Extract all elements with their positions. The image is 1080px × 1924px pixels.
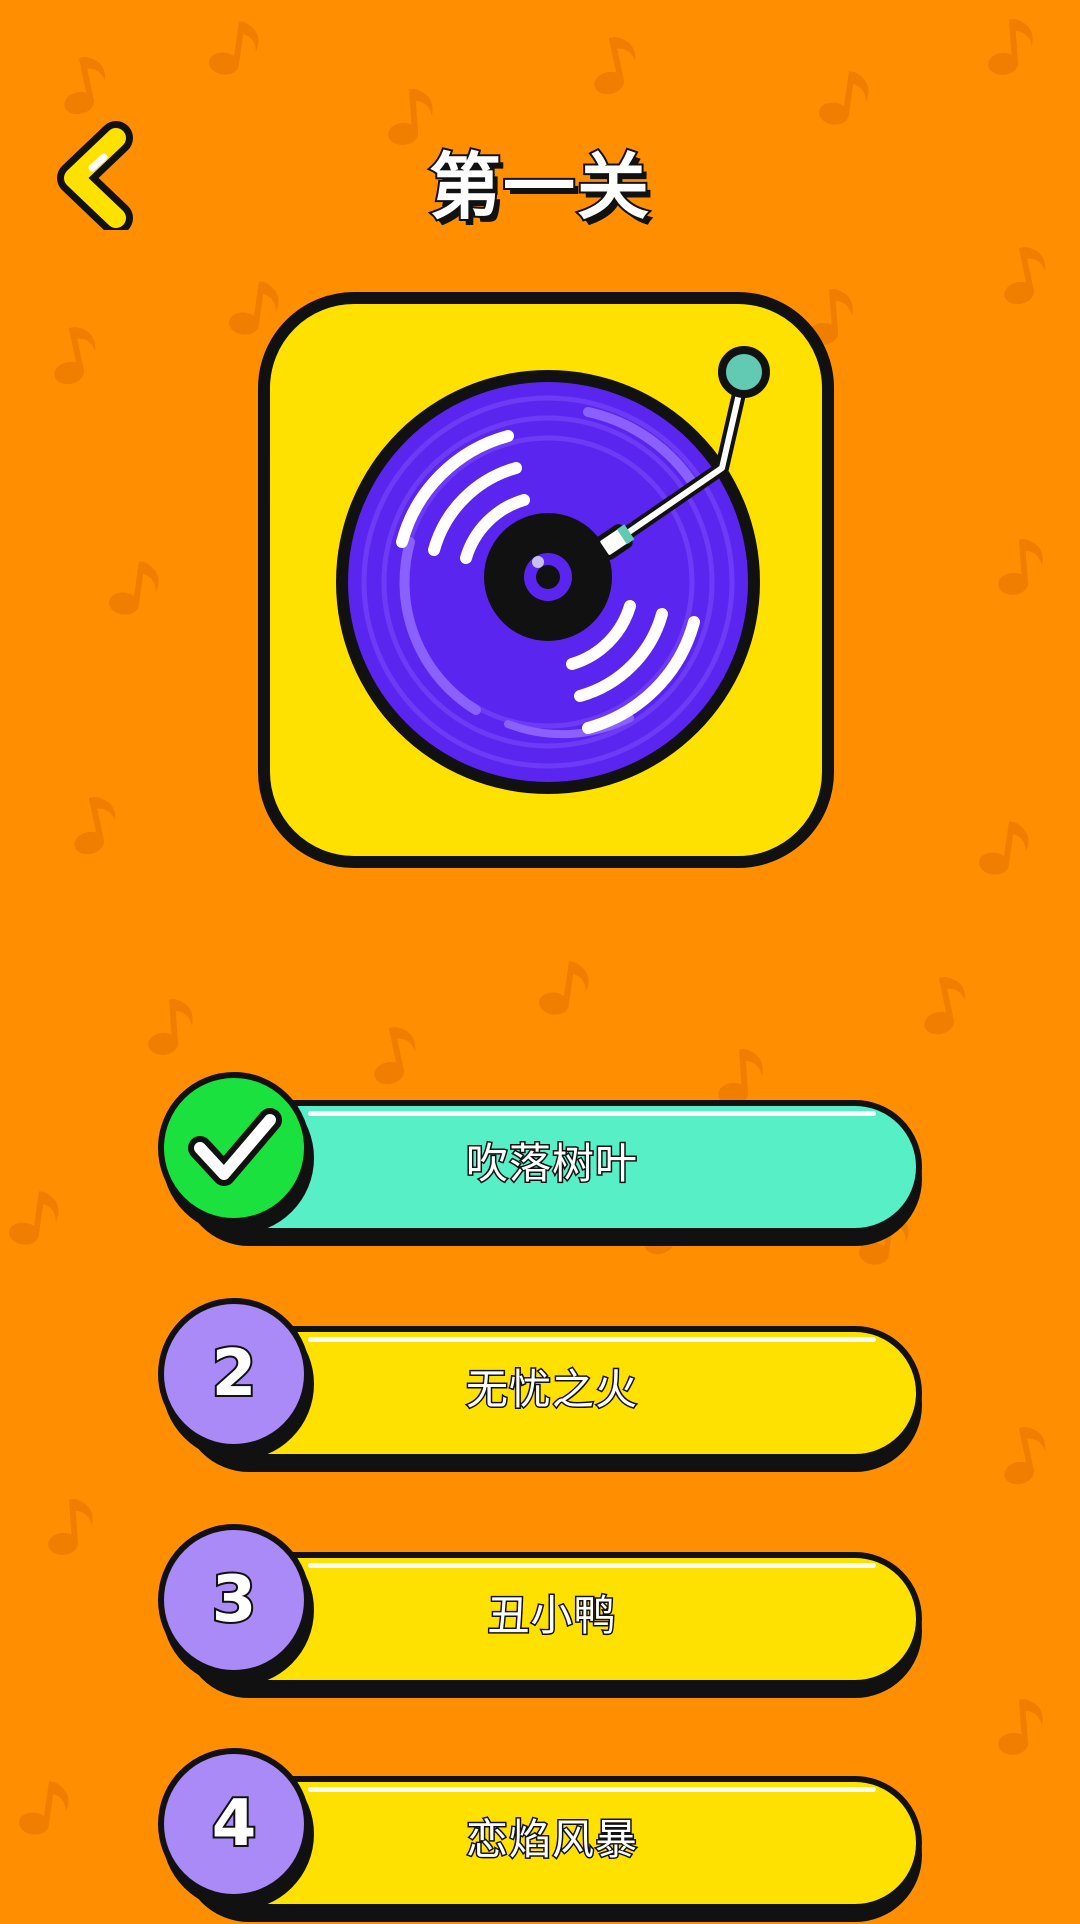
music-note-icon [48,1498,93,1555]
option-badge: 2 [158,1298,310,1450]
option-number: 4 [210,1785,259,1863]
answer-option-4[interactable]: 恋焰风暴 4 [158,1748,940,1924]
option-number: 2 [210,1335,259,1413]
vinyl-record-icon [258,292,834,868]
music-note-icon [1004,246,1046,305]
music-note-icon [998,538,1043,595]
music-note-icon [988,18,1033,75]
music-note-icon [978,821,1029,875]
answer-option-2[interactable]: 无忧之火 2 [158,1298,940,1474]
music-note-icon [594,36,636,95]
music-note-icon [8,1191,59,1245]
option-number: 3 [210,1561,259,1639]
level-title: 第一关 [427,143,651,231]
record-player-card [258,292,834,868]
music-note-icon [64,56,106,115]
check-icon [188,1108,282,1186]
music-note-icon [54,326,96,385]
music-note-icon [108,561,159,615]
music-note-icon [818,71,869,125]
music-note-icon [18,1781,69,1835]
option-badge [158,1072,310,1224]
music-note-icon [1004,1426,1046,1485]
option-badge: 3 [158,1524,310,1676]
music-note-icon [148,998,193,1055]
music-note-icon [74,796,116,855]
music-note-icon [538,961,589,1015]
answer-option-3[interactable]: 丑小鸭 3 [158,1524,940,1700]
option-badge: 4 [158,1748,310,1900]
music-note-icon [208,21,259,75]
music-note-icon [998,1698,1043,1755]
music-note-icon [374,1026,416,1085]
answer-option-1[interactable]: 吹落树叶 [158,1072,940,1248]
music-note-icon [924,976,966,1035]
